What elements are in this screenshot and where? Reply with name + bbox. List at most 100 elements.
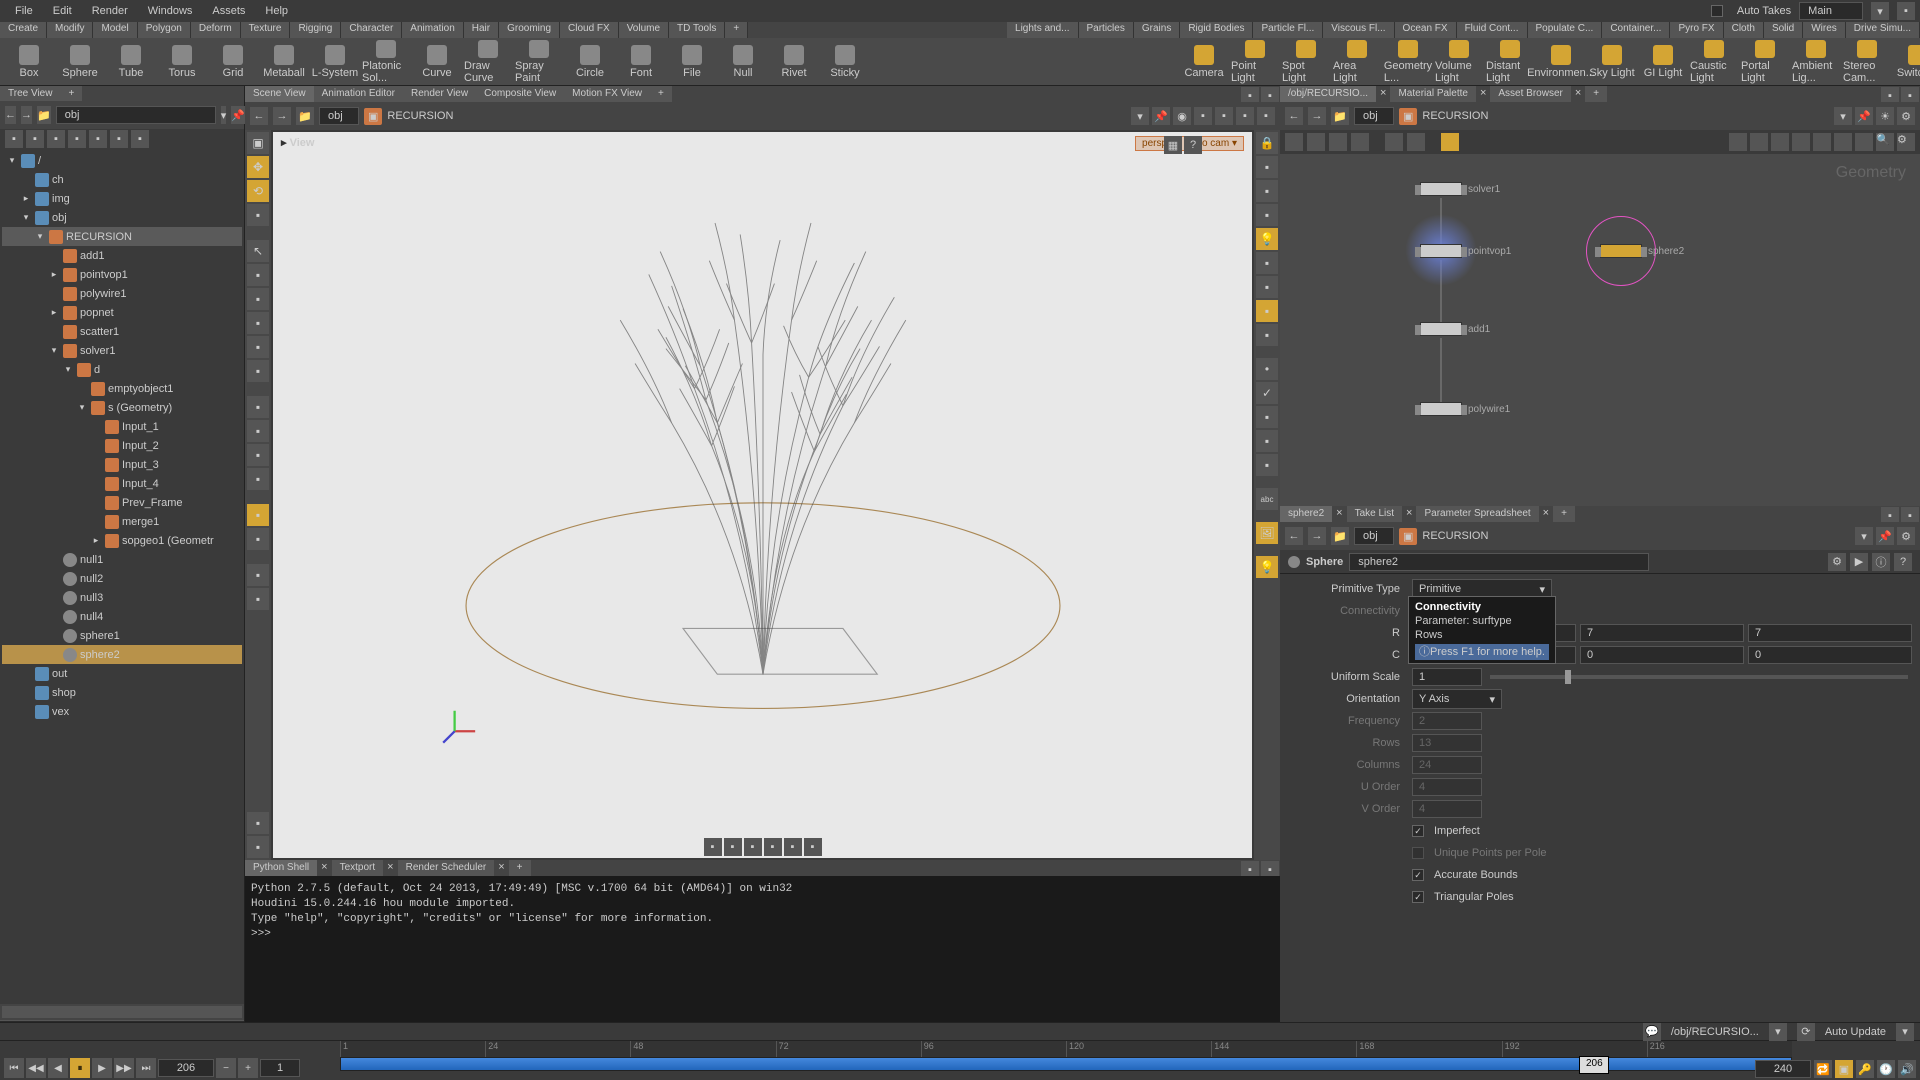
tree-item-polywire1[interactable]: polywire1 (2, 284, 242, 303)
shelf-tool-null[interactable]: Null (719, 40, 767, 84)
tree-item-pointvop1[interactable]: ▸pointvop1 (2, 265, 242, 284)
bulb-icon[interactable]: 💡 (1256, 556, 1278, 578)
tree-btn[interactable]: ▪ (110, 130, 128, 148)
tree-item-vex[interactable]: vex (2, 702, 242, 721)
shelf-tab[interactable]: Volume (619, 22, 669, 38)
net-btn[interactable] (1750, 133, 1768, 151)
tool[interactable]: ▪ (1256, 252, 1278, 274)
net-btn[interactable] (1771, 133, 1789, 151)
tool[interactable]: ▪ (247, 360, 269, 382)
tree-item-recursion[interactable]: ▾RECURSION (2, 227, 242, 246)
network-node-add1[interactable]: add1 (1420, 322, 1490, 336)
op-name-field[interactable] (1349, 553, 1649, 571)
tab-close[interactable]: × (1539, 506, 1553, 522)
tab-close[interactable]: × (1476, 86, 1490, 102)
viewport-dropdown-icon[interactable]: ▾ (1131, 107, 1149, 125)
help-icon[interactable]: ? (1184, 136, 1202, 154)
tree-item-solver1[interactable]: ▾solver1 (2, 341, 242, 360)
tool[interactable]: ▪ (1256, 430, 1278, 452)
tree-item-input_4[interactable]: Input_4 (2, 474, 242, 493)
shelf-tool-circle[interactable]: Circle (566, 40, 614, 84)
network-node-pointvop1[interactable]: pointvop1 (1420, 244, 1511, 258)
expander-icon[interactable]: ▸ (48, 307, 60, 318)
tree-content[interactable]: ▾/ch▸img▾obj▾RECURSIONadd1▸pointvop1poly… (0, 149, 244, 1004)
menu-assets[interactable]: Assets (202, 2, 255, 20)
shelf-tool-tube[interactable]: Tube (107, 40, 155, 84)
expander-icon[interactable]: ▾ (48, 345, 60, 356)
shelf-tool-area-light[interactable]: Area Light (1333, 40, 1381, 84)
tree-item-out[interactable]: out (2, 664, 242, 683)
dropdown-icon[interactable]: ▾ (221, 106, 227, 124)
gear-icon[interactable]: ⚙ (1897, 133, 1915, 151)
view-label[interactable]: ▸ View (281, 136, 314, 149)
tree-view-tab[interactable]: Tree View (0, 86, 60, 101)
expander-icon[interactable]: ▾ (62, 364, 74, 375)
back-icon[interactable]: ← (5, 106, 16, 124)
vp-btn[interactable]: ▪ (1236, 107, 1254, 125)
step-forward-button[interactable]: ▶▶ (114, 1058, 134, 1078)
tree-item-prev_frame[interactable]: Prev_Frame (2, 493, 242, 512)
info-icon[interactable]: ⓘ (1872, 553, 1890, 571)
layout-icon[interactable]: ▦ (1164, 136, 1182, 154)
vp-btn[interactable]: ◉ (1173, 107, 1191, 125)
shelf-tab[interactable]: Lights and... (1007, 22, 1078, 38)
tab-close[interactable]: × (1571, 86, 1585, 102)
tab-python-shell[interactable]: Python Shell (245, 860, 317, 876)
uniform-scale-slider[interactable] (1490, 675, 1908, 679)
tab-network[interactable]: /obj/RECURSIO... (1280, 86, 1376, 102)
shelf-tool-gi-light[interactable]: GI Light (1639, 40, 1687, 84)
tree-item-input_1[interactable]: Input_1 (2, 417, 242, 436)
loop-icon[interactable]: 🔁 (1814, 1060, 1832, 1078)
goto-start-button[interactable]: ⏮ (4, 1058, 24, 1078)
back-icon[interactable]: ← (1285, 107, 1303, 125)
tree-item-add1[interactable]: add1 (2, 246, 242, 265)
shelf-tab[interactable]: Wires (1803, 22, 1846, 38)
vp-btn[interactable]: ▪ (1194, 107, 1212, 125)
shelf-tool-geometry-l-[interactable]: Geometry L... (1384, 40, 1432, 84)
tool[interactable]: ▪ (247, 468, 269, 490)
folder-icon[interactable]: 📁 (1331, 107, 1349, 125)
shelf-tab[interactable]: Character (341, 22, 402, 38)
orientation-dropdown[interactable]: Y Axis▾ (1412, 689, 1502, 709)
shelf-tab[interactable]: Rigid Bodies (1180, 22, 1253, 38)
tool[interactable]: ▪ (1256, 406, 1278, 428)
shelf-tab[interactable]: Particle Fl... (1253, 22, 1323, 38)
tool[interactable]: ▪ (247, 812, 269, 834)
shelf-tool-torus[interactable]: Torus (158, 40, 206, 84)
vp-bottom-btn[interactable]: ▪ (704, 838, 722, 856)
play-reverse-button[interactable]: ◀ (48, 1058, 68, 1078)
triangular-poles-checkbox[interactable] (1412, 891, 1424, 903)
tab-close[interactable]: × (383, 860, 397, 876)
shelf-tool-font[interactable]: Font (617, 40, 665, 84)
net-btn[interactable] (1792, 133, 1810, 151)
net-btn[interactable] (1834, 133, 1852, 151)
tool[interactable]: ▪ (247, 288, 269, 310)
tree-item-img[interactable]: ▸img (2, 189, 242, 208)
shelf-tab[interactable]: Polygon (138, 22, 191, 38)
shelf-tool-sphere[interactable]: Sphere (56, 40, 104, 84)
shelf-tab[interactable]: Ocean FX (1395, 22, 1457, 38)
shelf-tool-rivet[interactable]: Rivet (770, 40, 818, 84)
tab-close[interactable]: × (1332, 506, 1346, 522)
tool[interactable]: ▪ (247, 444, 269, 466)
shelf-tool-platonic-sol-[interactable]: Platonic Sol... (362, 40, 410, 84)
auto-update-label[interactable]: Auto Update (1825, 1026, 1886, 1038)
tree-item-null3[interactable]: null3 (2, 588, 242, 607)
tree-item-emptyobject1[interactable]: emptyobject1 (2, 379, 242, 398)
autotakes-checkbox[interactable] (1711, 5, 1723, 17)
menu-options-icon[interactable]: ▾ (1871, 2, 1889, 20)
tab-add[interactable]: + (509, 860, 531, 876)
tab-render-scheduler[interactable]: Render Scheduler (398, 860, 495, 876)
back-icon[interactable]: ← (250, 107, 268, 125)
plus-button[interactable]: + (238, 1058, 258, 1078)
tab-add[interactable]: + (650, 86, 672, 102)
shelf-tool-ambient-lig-[interactable]: Ambient Lig... (1792, 40, 1840, 84)
shelf-tool-spray-paint[interactable]: Spray Paint (515, 40, 563, 84)
expander-icon[interactable]: ▸ (48, 269, 60, 280)
tool[interactable]: ▪ (247, 396, 269, 418)
tab-close[interactable]: × (317, 860, 331, 876)
expander-icon[interactable]: ▾ (76, 402, 88, 413)
tab-take-list[interactable]: Take List (1347, 506, 1402, 522)
radius-z-field[interactable] (1748, 624, 1912, 642)
dropdown-icon[interactable]: ▾ (1834, 107, 1852, 125)
